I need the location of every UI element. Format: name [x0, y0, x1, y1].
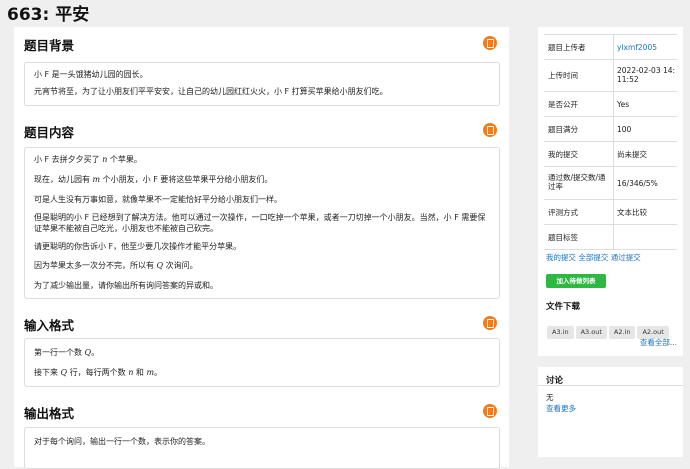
- view-more-link[interactable]: 查看更多: [546, 403, 576, 414]
- submission-links: 我的提交 全部提交 通过提交: [546, 252, 641, 263]
- content-line-1: 小 F 去拼夕夕买了 n 个苹果。: [34, 155, 142, 164]
- background-line-1: 小 F 是一头饿猪幼儿园的园长。: [34, 70, 148, 79]
- info-panel: 题目上传者 ylxmf2005 上传时间 2022-02-03 14:11:52 是…: [538, 27, 683, 356]
- input-box: 第一行一个数 Q。 接下来 Q 行，每行两个数 n 和 m。: [24, 338, 500, 387]
- info-row: 题目上传者 ylxmf2005: [544, 35, 677, 60]
- divider: [538, 385, 683, 386]
- content-box: 小 F 去拼夕夕买了 n 个苹果。 现在，幼儿园有 m 个小朋友，小 F 要将这…: [24, 147, 500, 299]
- add-todo-button[interactable]: 加入待做列表: [546, 274, 606, 288]
- section-heading-output: 输出格式: [24, 406, 75, 421]
- copy-icon[interactable]: [483, 404, 497, 418]
- input-line-2: 接下来 Q 行，每行两个数 n 和 m。: [34, 368, 163, 377]
- output-line-1: 对于每个询问，输出一行一个数，表示你的答案。: [34, 437, 210, 446]
- info-table: 题目上传者 ylxmf2005 上传时间 2022-02-03 14:11:52 是…: [544, 34, 677, 250]
- output-box: 对于每个询问，输出一行一个数，表示你的答案。: [24, 427, 500, 469]
- page-title: 663: 平安: [7, 5, 90, 25]
- copy-icon[interactable]: [483, 316, 497, 330]
- info-row: 上传时间 2022-02-03 14:11:52: [544, 60, 677, 92]
- info-row: 是否公开 Yes: [544, 92, 677, 117]
- section-heading-background: 题目背景: [24, 38, 75, 53]
- view-all-files-link[interactable]: 查看全部...: [640, 337, 677, 348]
- section-heading-content: 题目内容: [24, 125, 75, 140]
- info-row: 题目标签: [544, 225, 677, 250]
- all-submissions-link[interactable]: 全部提交: [578, 253, 608, 262]
- problem-panel: 题目背景 小 F 是一头饿猪幼儿园的园长。 元宵节将至，为了让小朋友们平平安安，…: [14, 27, 509, 469]
- copy-icon[interactable]: [483, 123, 497, 137]
- file-chip[interactable]: A3.in: [547, 326, 574, 339]
- content-line-2: 现在，幼儿园有 m 个小朋友，小 F 要将这些苹果平分给小朋友们。: [34, 175, 273, 184]
- content-line-5: 请更聪明的你告诉小 F，他至少要几次操作才能平分苹果。: [34, 242, 242, 251]
- input-line-1: 第一行一个数 Q。: [34, 348, 100, 357]
- background-line-2: 元宵节将至，为了让小朋友们平平安安，让自己的幼儿园红红火火，小 F 打算买苹果给…: [34, 87, 388, 96]
- section-heading-input: 输入格式: [24, 318, 75, 333]
- content-line-3: 可是人生没有万事如意，就像苹果不一定能恰好平分给小朋友们一样。: [34, 195, 282, 204]
- content-line-4: 但是聪明的小 F 已经想到了解决方法。他可以通过一次操作，一口吃掉一个苹果，或者…: [34, 213, 486, 233]
- discussion-empty: 无: [546, 393, 554, 402]
- file-chip[interactable]: A3.out: [575, 326, 607, 339]
- uploader-link[interactable]: ylxmf2005: [617, 43, 677, 52]
- file-list: A3.in A3.out A2.in A2.out: [547, 319, 671, 339]
- info-row: 题目满分 100: [544, 117, 677, 142]
- content-line-7: 为了减少输出量，请你输出所有询问答案的异或和。: [34, 281, 218, 290]
- file-chip[interactable]: A2.in: [608, 326, 636, 339]
- discussion-panel: 讨论 无 查看更多: [538, 367, 683, 457]
- copy-icon[interactable]: [483, 36, 497, 50]
- info-row: 通过数/提交数/通过率 16/346/5%: [544, 167, 677, 200]
- files-title: 文件下载: [546, 302, 581, 312]
- info-row: 评测方式 文本比较: [544, 200, 677, 225]
- my-submissions-link[interactable]: 我的提交: [546, 253, 576, 262]
- accepted-submissions-link[interactable]: 通过提交: [611, 253, 641, 262]
- info-row: 我的提交 尚未提交: [544, 142, 677, 167]
- background-box: 小 F 是一头饿猪幼儿园的园长。 元宵节将至，为了让小朋友们平平安安，让自己的幼…: [24, 62, 500, 106]
- content-line-6: 因为苹果太多一次分不完，所以有 Q 次询问。: [34, 261, 198, 270]
